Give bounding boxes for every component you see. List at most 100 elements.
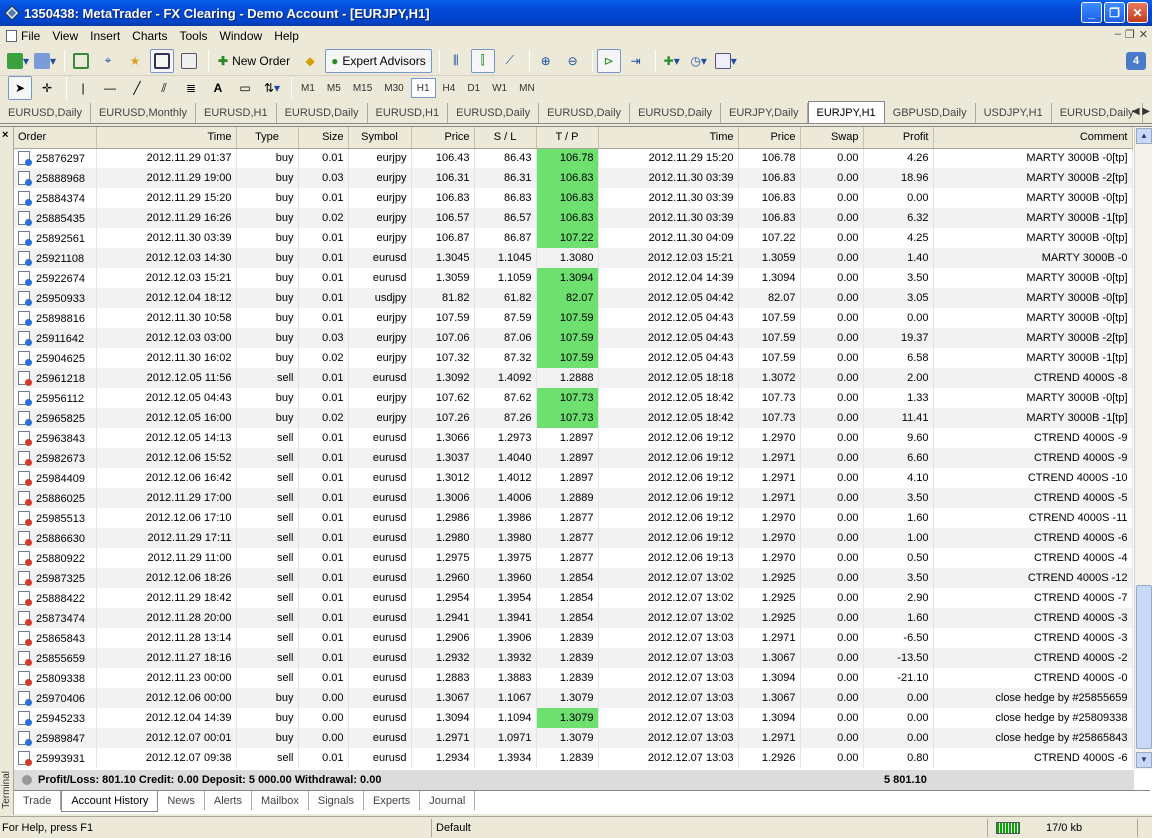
- zoom-in-button[interactable]: ⊕: [534, 49, 558, 73]
- tab-trade[interactable]: Trade: [14, 791, 62, 810]
- column-header-price-5[interactable]: Price: [411, 127, 475, 149]
- vertical-line-button[interactable]: |: [71, 76, 95, 100]
- mdi-restore-icon[interactable]: ❐: [1125, 28, 1135, 41]
- chart-tab-eurusd-h1[interactable]: EURUSD,H1: [196, 103, 277, 123]
- chart-tab-eurusd-monthly[interactable]: EURUSD,Monthly: [91, 103, 196, 123]
- tab-signals[interactable]: Signals: [309, 791, 364, 810]
- menu-charts[interactable]: Charts: [126, 29, 173, 43]
- strategy-tester-button[interactable]: [177, 49, 201, 73]
- chart-tab-eurusd-daily[interactable]: EURUSD,Daily: [0, 103, 91, 123]
- timeframe-mn[interactable]: MN: [514, 78, 540, 98]
- table-row[interactable]: 25898816 2012.11.30 10:58 buy 0.01 eurjpy 107…: [14, 308, 1133, 328]
- menu-view[interactable]: View: [46, 29, 84, 43]
- label-button[interactable]: ▭: [233, 76, 257, 100]
- indicators-button[interactable]: ✚ ▾: [660, 49, 684, 73]
- timeframe-m1[interactable]: M1: [296, 78, 320, 98]
- table-row[interactable]: 25956112 2012.12.05 04:43 buy 0.01 eurjpy 107…: [14, 388, 1133, 408]
- column-header-size-3[interactable]: Size: [298, 127, 349, 149]
- table-row[interactable]: 25873474 2012.11.28 20:00 sell 0.01 eurusd 1.…: [14, 608, 1133, 628]
- arrows-button[interactable]: ⇅ ▾: [260, 76, 284, 100]
- chart-tab-eurusd-h1[interactable]: EURUSD,H1: [368, 103, 449, 123]
- tab-alerts[interactable]: Alerts: [205, 791, 252, 810]
- table-row[interactable]: 25985513 2012.12.06 17:10 sell 0.01 eurusd 1.…: [14, 508, 1133, 528]
- table-row[interactable]: 25888968 2012.11.29 19:00 buy 0.03 eurjpy 106…: [14, 168, 1133, 188]
- candlesticks-button[interactable]: ⫿: [470, 48, 495, 73]
- tab-account-history[interactable]: Account History: [61, 791, 159, 812]
- chart-tab-gbpusd-daily[interactable]: GBPUSD,Daily: [885, 103, 976, 123]
- line-chart-button[interactable]: ⟋: [498, 49, 522, 73]
- scroll-down-icon[interactable]: ▼: [1136, 752, 1152, 768]
- new-order-button[interactable]: ✚ New Order: [213, 49, 295, 73]
- timeframe-d1[interactable]: D1: [462, 78, 485, 98]
- table-row[interactable]: 25886025 2012.11.29 17:00 sell 0.01 eurusd 1.…: [14, 488, 1133, 508]
- horizontal-line-button[interactable]: —: [98, 76, 122, 100]
- table-row[interactable]: 25965825 2012.12.05 16:00 buy 0.02 eurjpy 107…: [14, 408, 1133, 428]
- chart-tab-eurusd-daily[interactable]: EURUSD,Daily: [539, 103, 631, 123]
- templates-button[interactable]: ▾: [714, 49, 738, 73]
- table-row[interactable]: 25892561 2012.11.30 03:39 buy 0.01 eurjpy 106…: [14, 228, 1133, 248]
- menu-file[interactable]: File: [0, 29, 46, 43]
- vertical-scrollbar[interactable]: ▲ ▼: [1134, 127, 1152, 769]
- tab-experts[interactable]: Experts: [364, 791, 421, 810]
- table-row[interactable]: 25911642 2012.12.03 03:00 buy 0.03 eurjpy 107…: [14, 328, 1133, 348]
- table-row[interactable]: 25880922 2012.11.29 11:00 sell 0.01 eurusd 1.…: [14, 548, 1133, 568]
- help-badge[interactable]: 4: [1126, 52, 1146, 70]
- table-row[interactable]: 25963843 2012.12.05 14:13 sell 0.01 eurusd 1.…: [14, 428, 1133, 448]
- bar-chart-button[interactable]: ⫼: [444, 49, 468, 73]
- table-row[interactable]: 25886630 2012.11.29 17:11 sell 0.01 eurusd 1.…: [14, 528, 1133, 548]
- table-row[interactable]: 25922674 2012.12.03 15:21 buy 0.01 eurusd 1.3…: [14, 268, 1133, 288]
- timeframe-m15[interactable]: M15: [348, 78, 377, 98]
- chart-tab-eurusd-daily[interactable]: EURUSD,Daily: [1052, 103, 1143, 123]
- tab-news[interactable]: News: [158, 791, 205, 810]
- alert-button[interactable]: ◆: [298, 49, 322, 73]
- close-window-button[interactable]: ✕: [1127, 2, 1148, 23]
- column-header-t-p-7[interactable]: T / P: [536, 127, 599, 149]
- column-header-s-l-6[interactable]: S / L: [474, 127, 537, 149]
- expert-advisors-button[interactable]: ● Expert Advisors: [325, 48, 432, 73]
- table-row[interactable]: 25904625 2012.11.30 16:02 buy 0.02 eurjpy 107…: [14, 348, 1133, 368]
- chart-tab-eurusd-daily[interactable]: EURUSD,Daily: [630, 103, 722, 123]
- table-row[interactable]: 25855659 2012.11.27 18:16 sell 0.01 eurusd 1.…: [14, 648, 1133, 668]
- channel-button[interactable]: ⫽: [152, 76, 176, 100]
- periods-button[interactable]: ◷ ▾: [687, 49, 711, 73]
- column-header-time-1[interactable]: Time: [96, 127, 237, 149]
- terminal-close-icon[interactable]: ×: [2, 129, 8, 141]
- auto-scroll-button[interactable]: ⊳: [596, 48, 621, 73]
- chart-tab-eurjpy-daily[interactable]: EURJPY,Daily: [721, 103, 808, 123]
- timeframe-w1[interactable]: W1: [487, 78, 512, 98]
- column-header-symbol-4[interactable]: Symbol: [348, 127, 412, 149]
- terminal-button[interactable]: [150, 48, 174, 73]
- trendline-button[interactable]: ╱: [125, 76, 149, 100]
- data-window-button[interactable]: ⌖: [96, 49, 120, 73]
- table-row[interactable]: 25987325 2012.12.06 18:26 sell 0.01 eurusd 1.…: [14, 568, 1133, 588]
- chart-tab-usdjpy-h1[interactable]: USDJPY,H1: [976, 103, 1052, 123]
- timeframe-m5[interactable]: M5: [322, 78, 346, 98]
- new-chart-button[interactable]: ▾: [6, 49, 30, 73]
- menu-help[interactable]: Help: [268, 29, 305, 43]
- table-row[interactable]: 25809338 2012.11.23 00:00 sell 0.01 eurusd 1.…: [14, 668, 1133, 688]
- market-watch-button[interactable]: [69, 49, 93, 73]
- text-button[interactable]: A: [206, 76, 230, 100]
- chart-shift-button[interactable]: ⇥: [624, 49, 648, 73]
- column-header-time-8[interactable]: Time: [598, 127, 739, 149]
- table-row[interactable]: 25945233 2012.12.04 14:39 buy 0.00 eurusd 1.3…: [14, 708, 1133, 728]
- column-header-comment-12[interactable]: Comment: [933, 127, 1133, 149]
- table-row[interactable]: 25950933 2012.12.04 18:12 buy 0.01 usdjpy 81.…: [14, 288, 1133, 308]
- column-header-price-9[interactable]: Price: [738, 127, 801, 149]
- menu-window[interactable]: Window: [214, 29, 269, 43]
- tab-scroll-arrows-icon[interactable]: ◀ ▶: [1132, 106, 1150, 117]
- table-row[interactable]: 25888422 2012.11.29 18:42 sell 0.01 eurusd 1.…: [14, 588, 1133, 608]
- chart-tab-eurusd-daily[interactable]: EURUSD,Daily: [448, 103, 540, 123]
- cursor-button[interactable]: ➤: [8, 76, 32, 100]
- tab-mailbox[interactable]: Mailbox: [252, 791, 309, 810]
- table-row[interactable]: 25921108 2012.12.03 14:30 buy 0.01 eurusd 1.3…: [14, 248, 1133, 268]
- zoom-out-button[interactable]: ⊖: [561, 49, 585, 73]
- fibonacci-button[interactable]: ≣: [179, 76, 203, 100]
- table-row[interactable]: 25876297 2012.11.29 01:37 buy 0.01 eurjpy 106…: [14, 148, 1133, 168]
- table-row[interactable]: 25884374 2012.11.29 15:20 buy 0.01 eurjpy 106…: [14, 188, 1133, 208]
- chart-tab-eurusd-daily[interactable]: EURUSD,Daily: [277, 103, 368, 123]
- table-row[interactable]: 25865843 2012.11.28 13:14 sell 0.01 eurusd 1.…: [14, 628, 1133, 648]
- column-header-profit-11[interactable]: Profit: [863, 127, 934, 149]
- table-row[interactable]: 25989847 2012.12.07 00:01 buy 0.00 eurusd 1.2…: [14, 728, 1133, 748]
- table-row[interactable]: 25993931 2012.12.07 09:38 sell 0.01 eurusd 1.…: [14, 748, 1133, 768]
